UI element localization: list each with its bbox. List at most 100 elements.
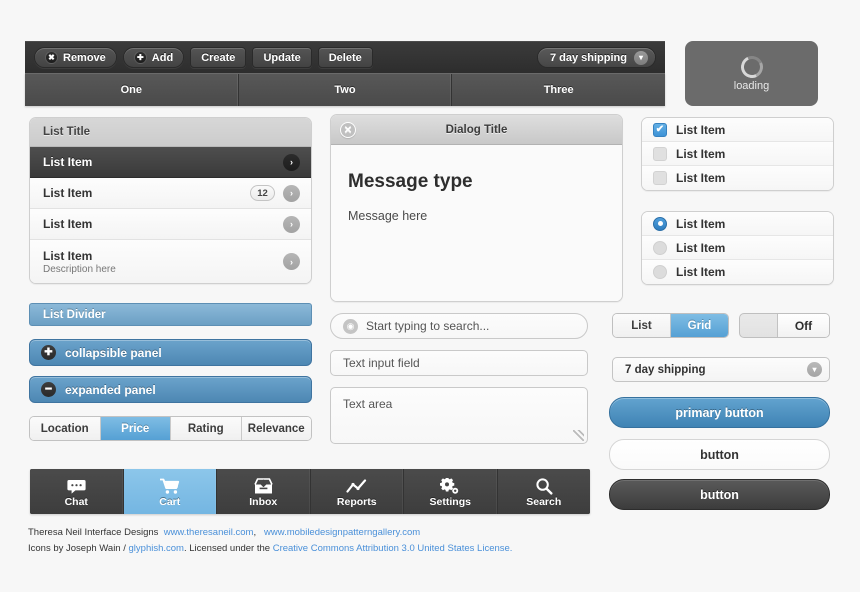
dialog-header: ✕ Dialog Title bbox=[331, 115, 622, 145]
loading-indicator-panel: loading bbox=[685, 41, 818, 106]
list-item[interactable]: List Item Description here › bbox=[30, 240, 311, 283]
list-item[interactable]: List Item › bbox=[30, 147, 311, 178]
text-area-field-value: Text area bbox=[343, 397, 393, 411]
sort-option-price[interactable]: Price bbox=[100, 417, 171, 440]
footer-credit-text: Theresa Neil Interface Designs bbox=[28, 527, 159, 538]
tabbar-item-settings[interactable]: Settings bbox=[404, 469, 498, 514]
chevron-right-icon: › bbox=[283, 215, 300, 233]
footer-link-theresaneil[interactable]: www.theresaneil.com bbox=[164, 527, 254, 538]
footer-line-1: Theresa Neil Interface Designs www.there… bbox=[28, 525, 512, 541]
chevron-down-icon: ▾ bbox=[807, 362, 822, 377]
radio-button-icon[interactable] bbox=[653, 265, 667, 279]
check-glyph: ✔ bbox=[655, 124, 665, 135]
dark-button[interactable]: button bbox=[609, 479, 830, 510]
primary-button-label: primary button bbox=[675, 405, 764, 420]
toolbar-block: ✖ Remove ✚ Add Create Update Delete 7 da… bbox=[25, 41, 665, 106]
delete-button[interactable]: Delete bbox=[317, 47, 373, 68]
text-input-field-value: Text input field bbox=[343, 356, 420, 370]
tabbar-item-inbox[interactable]: Inbox bbox=[217, 469, 311, 514]
shipping-select[interactable]: 7 day shipping ▾ bbox=[612, 357, 830, 382]
chevron-right-icon: › bbox=[283, 253, 300, 270]
toggle-switch-thumb[interactable]: Off bbox=[777, 314, 829, 337]
toggle-switch[interactable]: Off bbox=[739, 313, 830, 338]
collapsible-panel-header[interactable]: ✚ collapsible panel bbox=[29, 339, 312, 366]
checkbox-icon[interactable]: ✔ bbox=[653, 122, 667, 137]
line-chart-icon bbox=[346, 476, 367, 495]
tab-one[interactable]: One bbox=[25, 74, 239, 106]
remove-button-label: Remove bbox=[63, 51, 106, 64]
sort-option-location[interactable]: Location bbox=[30, 417, 101, 440]
toolbar-shipping-select[interactable]: 7 day shipping ▾ bbox=[536, 47, 656, 68]
radio-list-item-label: List Item bbox=[676, 216, 726, 231]
shopping-cart-icon bbox=[159, 476, 180, 495]
checkbox-list-item[interactable]: List Item bbox=[642, 166, 833, 190]
radio-list-item[interactable]: List Item bbox=[642, 260, 833, 284]
list-divider-label: List Divider bbox=[43, 308, 106, 321]
footer-license-mid: . Licensed under the bbox=[183, 543, 273, 554]
tabbar-item-search[interactable]: Search bbox=[497, 469, 590, 514]
add-button[interactable]: ✚ Add bbox=[122, 47, 185, 68]
view-option-list[interactable]: List bbox=[613, 314, 671, 337]
list-item[interactable]: List Item › bbox=[30, 209, 311, 240]
radio-button-icon[interactable] bbox=[653, 240, 667, 255]
chat-bubble-icon bbox=[67, 476, 86, 495]
radio-button-icon[interactable] bbox=[653, 216, 667, 231]
footer-link-mdpg[interactable]: www.mobiledesignpatterngallery.com bbox=[264, 527, 420, 538]
plus-icon: ✚ bbox=[41, 345, 56, 360]
sort-option-relevance[interactable]: Relevance bbox=[241, 417, 311, 440]
dark-button-label: button bbox=[700, 487, 739, 502]
create-button[interactable]: Create bbox=[190, 47, 247, 68]
radio-list-item-label: List Item bbox=[676, 265, 726, 279]
footer-line-2: Icons by Joseph Wain / glyphish.com. Lic… bbox=[28, 541, 512, 557]
tab-three-label: Three bbox=[543, 84, 574, 96]
tab-one-label: One bbox=[120, 84, 143, 96]
sort-option-price-label: Price bbox=[121, 422, 150, 435]
update-button[interactable]: Update bbox=[252, 47, 312, 68]
view-option-grid[interactable]: Grid bbox=[671, 314, 728, 337]
tabbar-item-reports[interactable]: Reports bbox=[310, 469, 404, 514]
toolbar-shipping-select-value: 7 day shipping bbox=[549, 51, 627, 64]
radio-list-item[interactable]: List Item bbox=[642, 236, 833, 260]
list-item[interactable]: List Item 12 › bbox=[30, 178, 311, 209]
primary-button[interactable]: primary button bbox=[609, 397, 830, 428]
text-input-field[interactable]: Text input field bbox=[330, 350, 588, 376]
checkbox-icon[interactable] bbox=[653, 146, 667, 161]
sort-option-rating-label: Rating bbox=[187, 422, 224, 435]
checkbox-list-item[interactable]: ✔ List Item bbox=[642, 118, 833, 142]
list-item-text: List Item bbox=[43, 155, 283, 169]
gear-icon bbox=[439, 476, 461, 495]
view-segment-control: List Grid bbox=[612, 313, 729, 338]
checkbox-icon[interactable] bbox=[653, 171, 667, 185]
segmented-tab-group: One Two Three bbox=[25, 73, 665, 106]
expanded-panel-header[interactable]: ━ expanded panel bbox=[29, 376, 312, 403]
tab-three[interactable]: Three bbox=[452, 74, 665, 106]
sort-option-rating[interactable]: Rating bbox=[171, 417, 242, 440]
tabbar-item-cart[interactable]: Cart bbox=[123, 469, 217, 514]
list-item-text: List Item bbox=[43, 217, 283, 231]
close-icon[interactable]: ✕ bbox=[340, 122, 356, 138]
update-button-label: Update bbox=[263, 51, 301, 64]
tabbar-item-chat-label: Chat bbox=[64, 495, 88, 508]
resize-handle-icon[interactable] bbox=[573, 430, 584, 441]
footer-link-license[interactable]: Creative Commons Attribution 3.0 United … bbox=[273, 543, 513, 554]
list-item-text: List Item Description here bbox=[43, 249, 283, 275]
tab-two[interactable]: Two bbox=[239, 74, 453, 106]
loading-label: loading bbox=[733, 79, 770, 92]
dialog-heading: Message type bbox=[348, 171, 473, 192]
magnifier-icon bbox=[535, 476, 553, 495]
secondary-button[interactable]: button bbox=[609, 439, 830, 470]
tabbar-item-chat[interactable]: Chat bbox=[30, 469, 124, 514]
radio-list-item[interactable]: List Item bbox=[642, 212, 833, 236]
remove-button[interactable]: ✖ Remove bbox=[34, 47, 117, 68]
secondary-button-label: button bbox=[700, 447, 739, 462]
search-icon: ◉ bbox=[343, 318, 358, 334]
footer-link-glyphish[interactable]: glyphish.com bbox=[129, 543, 184, 554]
toggle-switch-state-label: Off bbox=[794, 318, 813, 333]
search-input[interactable]: ◉ Start typing to search... bbox=[330, 313, 588, 339]
add-button-label: Add bbox=[151, 51, 174, 64]
list-item-description: Description here bbox=[43, 263, 116, 275]
checkbox-list-item[interactable]: List Item bbox=[642, 142, 833, 166]
tab-two-label: Two bbox=[334, 84, 356, 96]
text-area-field[interactable]: Text area bbox=[330, 387, 588, 444]
list-item-text: List Item bbox=[43, 186, 250, 200]
